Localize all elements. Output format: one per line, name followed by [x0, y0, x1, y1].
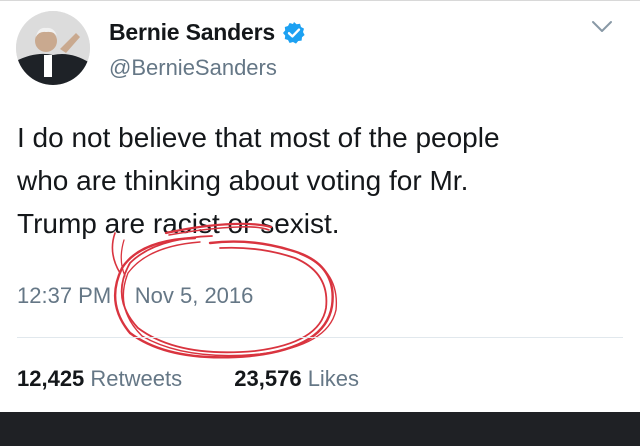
tweet-text: I do not believe that most of the people… — [17, 116, 617, 245]
verified-badge-icon — [282, 21, 306, 45]
retweets-count: 12,425 — [17, 366, 85, 391]
likes-label: Likes — [307, 366, 360, 391]
tweet-text-line: I do not believe that most of the people — [17, 122, 500, 153]
retweets-stat[interactable]: 12,425 Retweets — [17, 366, 182, 392]
strikethrough-annotation — [164, 222, 273, 236]
tweet-stats: 12,425 Retweets 23,576 Likes — [17, 366, 359, 392]
tweet-time: 12:37 PM — [17, 283, 112, 308]
likes-count: 23,576 — [234, 366, 302, 391]
likes-stat[interactable]: 23,576 Likes — [234, 366, 359, 392]
top-divider — [0, 0, 640, 1]
retweets-label: Retweets — [90, 366, 183, 391]
tweet-text-line: Trump are racist or sexist. — [17, 208, 340, 239]
tweet-text-line: who are thinking about voting for Mr. — [17, 165, 469, 196]
tweet-date: Nov 5, 2016 — [134, 283, 254, 308]
display-name[interactable]: Bernie Sanders — [109, 19, 275, 46]
chevron-down-icon[interactable] — [591, 20, 613, 34]
meta-separator: · — [119, 283, 127, 308]
user-handle[interactable]: @BernieSanders — [109, 55, 277, 81]
stats-divider — [17, 337, 623, 338]
name-row: Bernie Sanders — [109, 19, 306, 46]
tweet-card: Bernie Sanders @BernieSanders I do not b… — [0, 0, 640, 412]
avatar[interactable] — [16, 11, 90, 85]
bottom-bar — [0, 412, 640, 446]
tweet-timestamp[interactable]: 12:37 PM · Nov 5, 2016 — [17, 283, 253, 309]
